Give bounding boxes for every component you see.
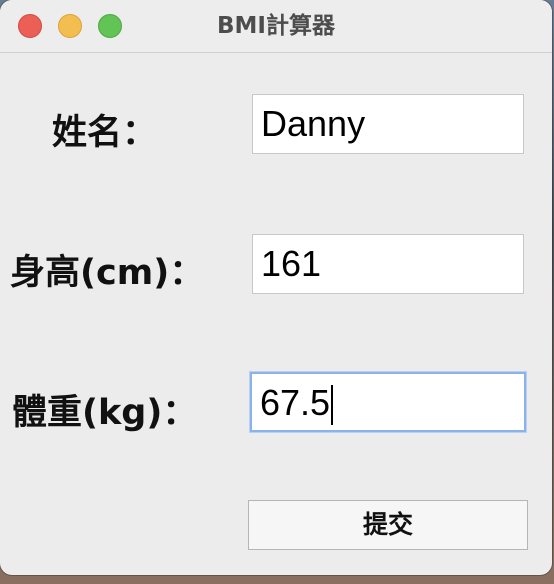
weight-input-value: 67.5 — [260, 382, 331, 423]
text-caret — [331, 385, 334, 426]
weight-input[interactable]: 67.5 — [250, 372, 526, 432]
submit-button[interactable]: 提交 — [248, 500, 528, 550]
window-title: BMI計算器 — [217, 13, 335, 39]
weight-label: 體重(kg)： — [12, 393, 198, 433]
height-input[interactable]: 161 — [252, 234, 524, 294]
title-bar: BMI計算器 — [0, 0, 552, 53]
name-label: 姓名： — [52, 113, 158, 153]
name-input[interactable]: Danny — [252, 94, 524, 154]
bmi-window: BMI計算器 姓名： Danny 身高(cm)： 161 體重(kg)： 67.… — [0, 0, 552, 575]
height-label: 身高(cm)： — [10, 253, 205, 293]
